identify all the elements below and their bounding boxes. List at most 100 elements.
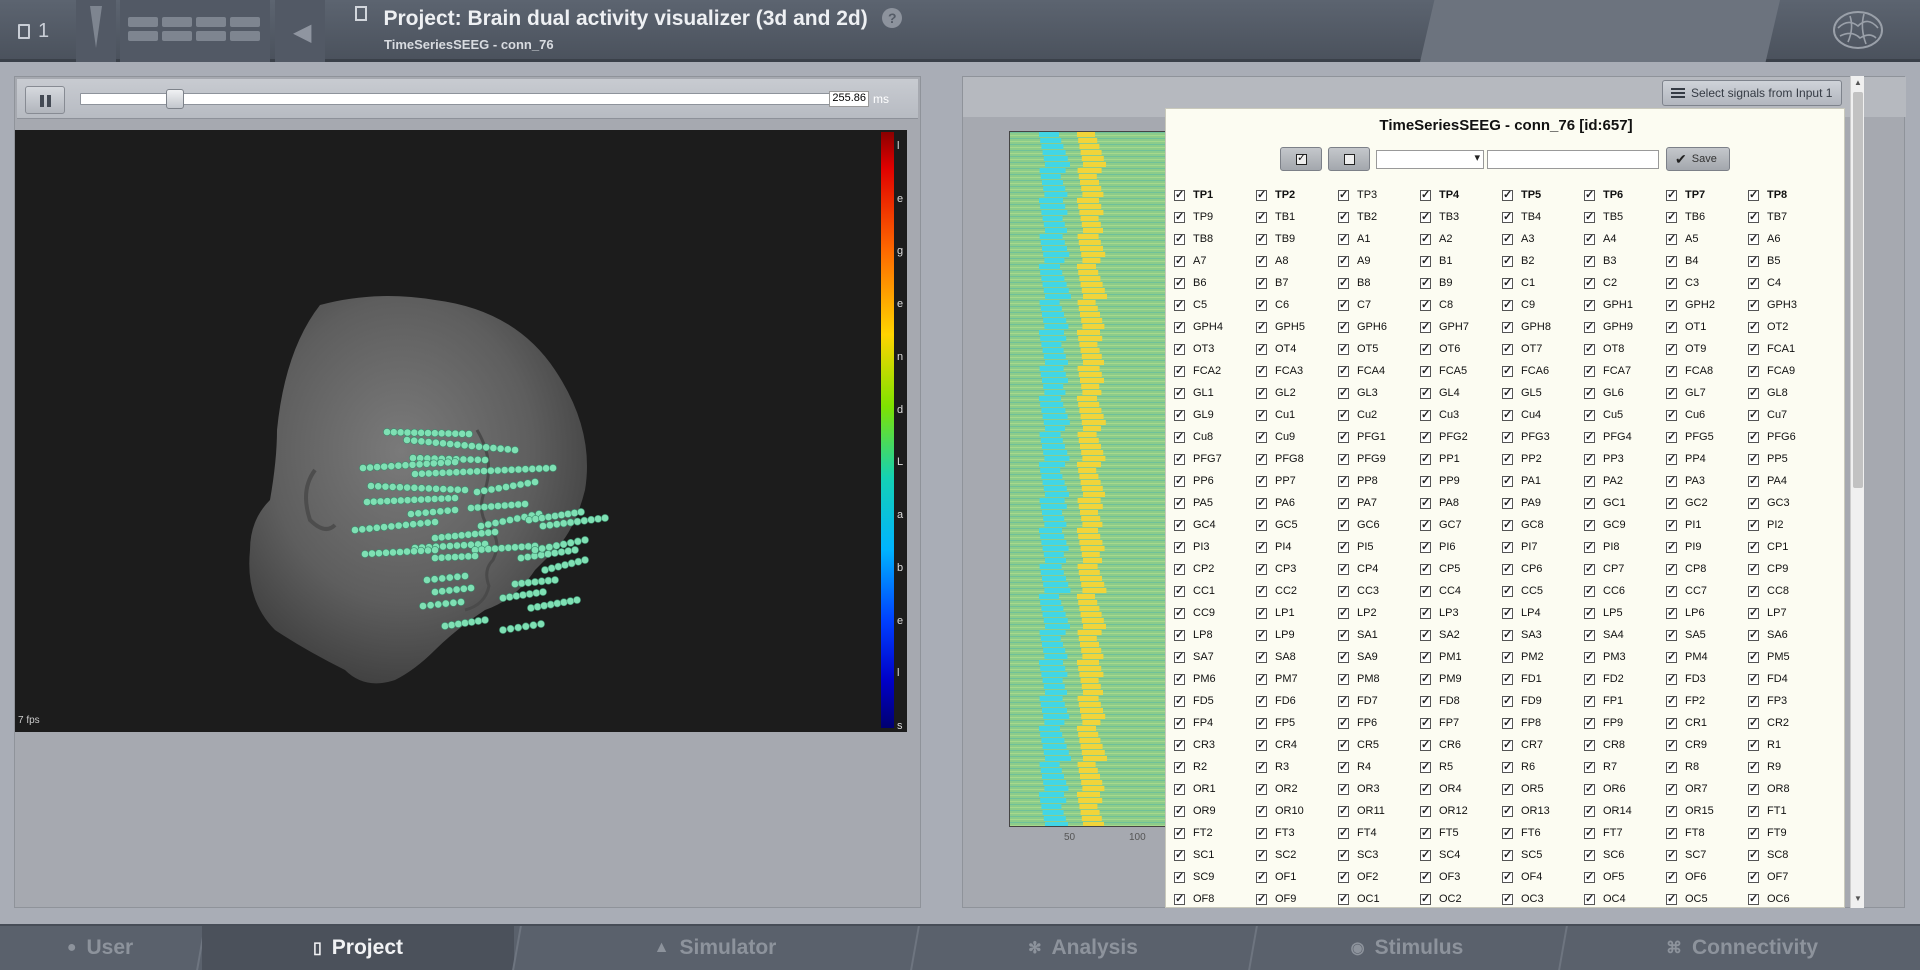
- channel-checkbox-item[interactable]: FCA2: [1174, 360, 1221, 382]
- checkbox-checked-icon[interactable]: [1174, 760, 1185, 773]
- channel-checkbox-item[interactable]: SC2: [1256, 844, 1296, 866]
- channel-checkbox-item[interactable]: R4: [1338, 756, 1371, 778]
- checkbox-checked-icon[interactable]: [1256, 584, 1267, 597]
- channel-checkbox-item[interactable]: OT1: [1666, 316, 1706, 338]
- checkbox-checked-icon[interactable]: [1502, 628, 1513, 641]
- channel-checkbox-item[interactable]: LP9: [1256, 624, 1295, 646]
- checkbox-checked-icon[interactable]: [1256, 320, 1267, 333]
- checkbox-checked-icon[interactable]: [1748, 540, 1759, 553]
- checkbox-checked-icon[interactable]: [1420, 496, 1431, 509]
- channel-checkbox-item[interactable]: C3: [1666, 272, 1699, 294]
- channel-checkbox-item[interactable]: SA4: [1584, 624, 1624, 646]
- checkbox-checked-icon[interactable]: [1174, 606, 1185, 619]
- channel-checkbox-item[interactable]: CP6: [1502, 558, 1542, 580]
- channel-checkbox-item[interactable]: PM9: [1420, 668, 1462, 690]
- checkbox-checked-icon[interactable]: [1502, 804, 1513, 817]
- channel-checkbox-item[interactable]: PI6: [1420, 536, 1456, 558]
- channel-checkbox-item[interactable]: OR10: [1256, 800, 1304, 822]
- channel-checkbox-item[interactable]: GPH7: [1420, 316, 1469, 338]
- channel-checkbox-item[interactable]: C5: [1174, 294, 1207, 316]
- channel-checkbox-item[interactable]: PI2: [1748, 514, 1784, 536]
- channel-checkbox-item[interactable]: SA3: [1502, 624, 1542, 646]
- checkbox-checked-icon[interactable]: [1502, 694, 1513, 707]
- checkbox-checked-icon[interactable]: [1338, 628, 1349, 641]
- channel-checkbox-item[interactable]: R8: [1666, 756, 1699, 778]
- channel-checkbox-item[interactable]: PM3: [1584, 646, 1626, 668]
- checkbox-checked-icon[interactable]: [1174, 430, 1185, 443]
- channel-checkbox-item[interactable]: CR9: [1666, 734, 1707, 756]
- channel-checkbox-item[interactable]: FT2: [1174, 822, 1213, 844]
- checkbox-checked-icon[interactable]: [1584, 298, 1595, 311]
- channel-checkbox-item[interactable]: FT7: [1584, 822, 1623, 844]
- checkbox-checked-icon[interactable]: [1584, 430, 1595, 443]
- channel-checkbox-item[interactable]: OT6: [1420, 338, 1460, 360]
- channel-checkbox-item[interactable]: GC1: [1584, 492, 1626, 514]
- checkbox-checked-icon[interactable]: [1502, 298, 1513, 311]
- checkbox-checked-icon[interactable]: [1174, 254, 1185, 267]
- channel-checkbox-item[interactable]: FP8: [1502, 712, 1541, 734]
- channel-checkbox-item[interactable]: CR4: [1256, 734, 1297, 756]
- checkbox-checked-icon[interactable]: [1584, 276, 1595, 289]
- channel-checkbox-item[interactable]: OF9: [1256, 888, 1296, 907]
- channel-checkbox-item[interactable]: FT1: [1748, 800, 1787, 822]
- checkbox-checked-icon[interactable]: [1420, 870, 1431, 883]
- checkbox-checked-icon[interactable]: [1174, 628, 1185, 641]
- checkbox-checked-icon[interactable]: [1174, 892, 1185, 905]
- channel-checkbox-item[interactable]: PA6: [1256, 492, 1295, 514]
- checkbox-checked-icon[interactable]: [1420, 452, 1431, 465]
- channel-checkbox-item[interactable]: OF8: [1174, 888, 1214, 907]
- channel-checkbox-item[interactable]: TB8: [1174, 228, 1213, 250]
- channel-checkbox-item[interactable]: GL3: [1338, 382, 1378, 404]
- checkbox-checked-icon[interactable]: [1174, 496, 1185, 509]
- channel-checkbox-item[interactable]: B8: [1338, 272, 1370, 294]
- checkbox-checked-icon[interactable]: [1256, 848, 1267, 861]
- checkbox-checked-icon[interactable]: [1338, 694, 1349, 707]
- checkbox-checked-icon[interactable]: [1666, 738, 1677, 751]
- channel-checkbox-item[interactable]: PP8: [1338, 470, 1378, 492]
- channel-checkbox-item[interactable]: FD3: [1666, 668, 1706, 690]
- channel-checkbox-item[interactable]: OR5: [1502, 778, 1544, 800]
- checkbox-checked-icon[interactable]: [1666, 540, 1677, 553]
- channel-checkbox-item[interactable]: B4: [1666, 250, 1698, 272]
- channel-checkbox-item[interactable]: FCA7: [1584, 360, 1631, 382]
- checkbox-checked-icon[interactable]: [1338, 298, 1349, 311]
- checkbox-checked-icon[interactable]: [1666, 892, 1677, 905]
- channel-checkbox-item[interactable]: SA2: [1420, 624, 1460, 646]
- channel-checkbox-item[interactable]: FP4: [1174, 712, 1213, 734]
- checkbox-checked-icon[interactable]: [1502, 496, 1513, 509]
- channel-checkbox-item[interactable]: A7: [1174, 250, 1206, 272]
- channel-checkbox-item[interactable]: PI8: [1584, 536, 1620, 558]
- checkbox-checked-icon[interactable]: [1420, 364, 1431, 377]
- channel-checkbox-item[interactable]: FT4: [1338, 822, 1377, 844]
- channel-checkbox-item[interactable]: LP8: [1174, 624, 1213, 646]
- checkbox-checked-icon[interactable]: [1338, 650, 1349, 663]
- checkbox-checked-icon[interactable]: [1338, 518, 1349, 531]
- channel-checkbox-item[interactable]: TB4: [1502, 206, 1541, 228]
- checkbox-checked-icon[interactable]: [1420, 518, 1431, 531]
- checkbox-checked-icon[interactable]: [1666, 496, 1677, 509]
- channel-checkbox-item[interactable]: CC8: [1748, 580, 1789, 602]
- checkbox-checked-icon[interactable]: [1666, 628, 1677, 641]
- checkbox-checked-icon[interactable]: [1748, 650, 1759, 663]
- channel-checkbox-item[interactable]: B2: [1502, 250, 1534, 272]
- checkbox-checked-icon[interactable]: [1174, 298, 1185, 311]
- channel-checkbox-item[interactable]: CP2: [1174, 558, 1214, 580]
- checkbox-checked-icon[interactable]: [1584, 452, 1595, 465]
- channel-checkbox-item[interactable]: A8: [1256, 250, 1288, 272]
- checkbox-checked-icon[interactable]: [1666, 342, 1677, 355]
- uncheck-all-button[interactable]: [1328, 147, 1370, 171]
- checkbox-checked-icon[interactable]: [1420, 562, 1431, 575]
- channel-checkbox-item[interactable]: GPH1: [1584, 294, 1633, 316]
- channel-checkbox-item[interactable]: CC5: [1502, 580, 1543, 602]
- checkbox-checked-icon[interactable]: [1584, 628, 1595, 641]
- channel-checkbox-item[interactable]: FT3: [1256, 822, 1295, 844]
- checkbox-checked-icon[interactable]: [1502, 232, 1513, 245]
- channel-checkbox-item[interactable]: PA7: [1338, 492, 1377, 514]
- channel-checkbox-item[interactable]: PP2: [1502, 448, 1542, 470]
- channel-checkbox-item[interactable]: PA8: [1420, 492, 1459, 514]
- checkbox-checked-icon[interactable]: [1256, 650, 1267, 663]
- checkbox-checked-icon[interactable]: [1174, 562, 1185, 575]
- channel-checkbox-item[interactable]: GC7: [1420, 514, 1462, 536]
- checkbox-checked-icon[interactable]: [1420, 276, 1431, 289]
- channel-checkbox-item[interactable]: OR4: [1420, 778, 1462, 800]
